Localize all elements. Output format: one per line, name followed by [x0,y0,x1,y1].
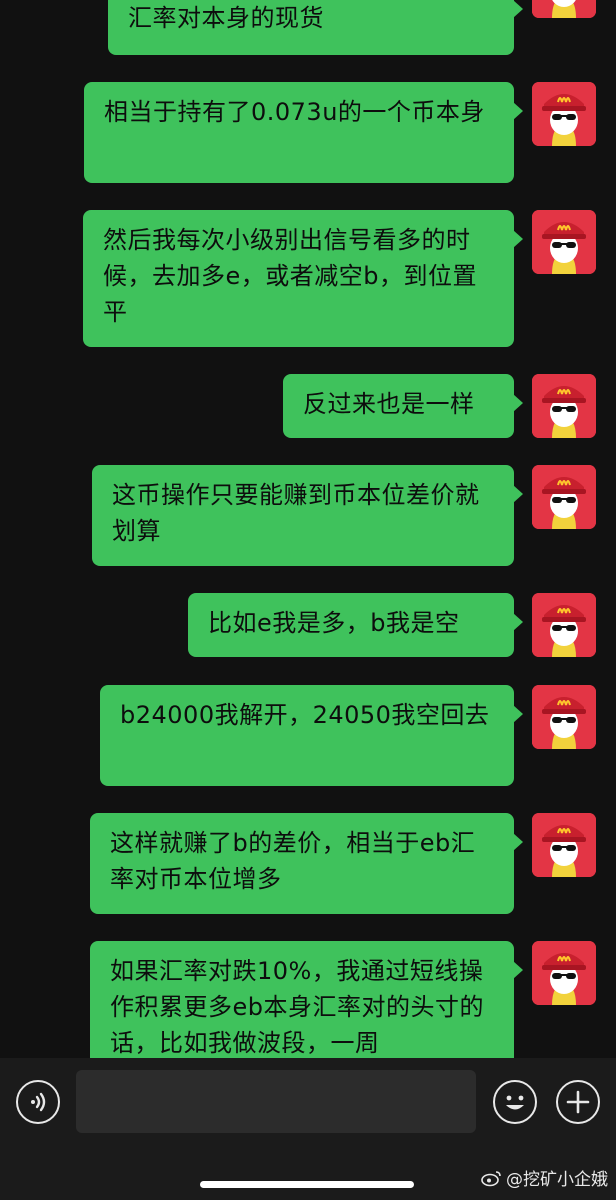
voice-icon[interactable] [16,1080,60,1124]
chat-area: 汇率对本身的现货 相当于持有了0.073u的一个币本身 然后我每次小级别出信号看… [0,0,616,1058]
avatar[interactable] [532,465,596,529]
message-bubble[interactable]: 这样就赚了b的差价，相当于eb汇率对币本位增多 [90,813,523,914]
emoji-icon[interactable] [493,1080,537,1124]
plus-icon[interactable] [556,1080,600,1124]
avatar[interactable] [532,685,596,749]
avatar[interactable] [532,941,596,1005]
avatar[interactable] [532,374,596,438]
message-bubble[interactable]: 反过来也是一样 [283,374,523,438]
avatar[interactable] [532,813,596,877]
message-bubble[interactable]: 比如e我是多，b我是空 [188,593,523,657]
watermark-text: @挖矿小企娥 [506,1170,608,1190]
message-bubble[interactable]: 这币操作只要能赚到币本位差价就划算 [92,465,523,566]
avatar-image [532,210,596,274]
home-indicator[interactable] [200,1181,414,1188]
message-bubble[interactable]: 汇率对本身的现货 [108,0,523,55]
message-bubble[interactable]: 相当于持有了0.073u的一个币本身 [84,82,523,183]
avatar[interactable] [532,0,596,18]
avatar[interactable] [532,210,596,274]
message-bubble[interactable]: b24000我解开，24050我空回去 [100,685,523,786]
message-bubble[interactable]: 如果汇率对跌10%，我通过短线操作积累更多eb本身汇率对的头寸的话，比如我做波段… [90,941,523,1058]
avatar-image [532,465,596,529]
weibo-icon [481,1170,501,1186]
avatar-image [532,813,596,877]
watermark: @挖矿小企娥 [481,1165,608,1190]
message-input[interactable] [76,1070,476,1133]
message-bubble[interactable]: 然后我每次小级别出信号看多的时候，去加多e，或者减空b，到位置平 [83,210,523,347]
avatar-image [532,374,596,438]
avatar-image [532,82,596,146]
avatar[interactable] [532,593,596,657]
avatar-image [532,593,596,657]
avatar-image [532,941,596,1005]
avatar[interactable] [532,82,596,146]
avatar-image [532,685,596,749]
